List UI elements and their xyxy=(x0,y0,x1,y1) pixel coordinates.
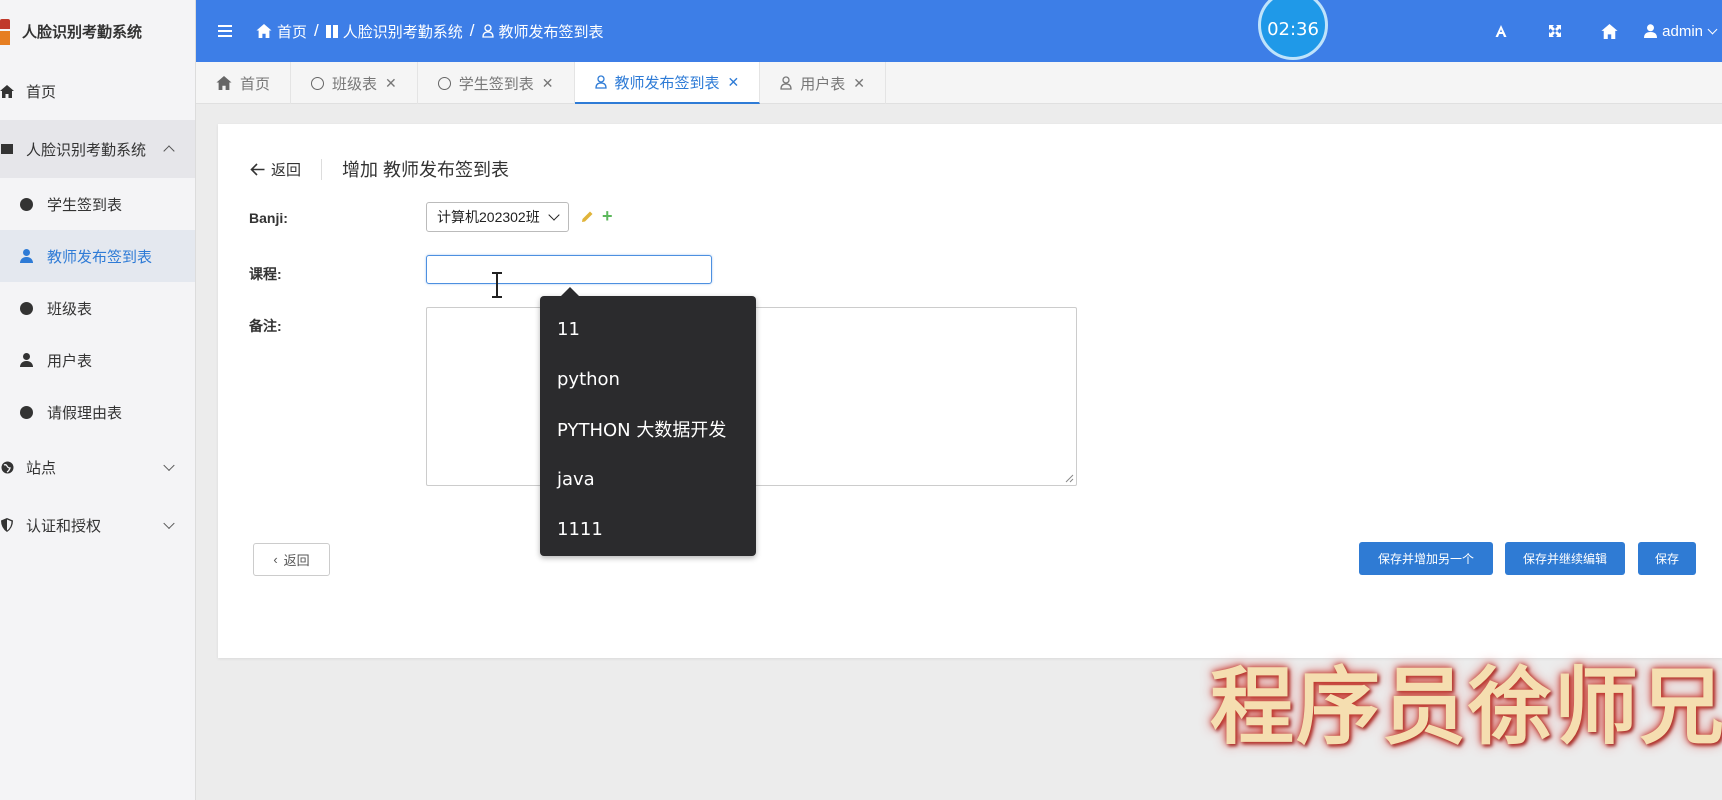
banji-label: Banji: xyxy=(249,210,288,226)
sidebar-item-label: 请假理由表 xyxy=(47,404,123,422)
suggestion-item[interactable]: java xyxy=(540,454,756,504)
tab-bar: 首页 班级表 ✕ 学生签到表 ✕ 教师发布签到表 ✕ 用户表 ✕ xyxy=(196,62,1722,104)
course-input[interactable] xyxy=(426,255,712,284)
username: admin xyxy=(1662,22,1703,40)
sidebar-item-student-signin[interactable]: 学生签到表 xyxy=(0,178,195,230)
sidebar-item-label: 站点 xyxy=(26,459,57,477)
banji-value: 计算机202302班 xyxy=(437,209,540,225)
close-icon[interactable]: ✕ xyxy=(853,75,865,92)
circle-icon xyxy=(437,76,451,90)
sidebar-item-label: 首页 xyxy=(26,83,57,101)
user-icon xyxy=(1644,24,1658,38)
header-actions: admin xyxy=(1474,0,1722,62)
brand-title: 人脸识别考勤系统 xyxy=(22,23,143,41)
sidebar-item-home[interactable]: 首页 xyxy=(0,62,195,120)
sidebar-item-label: 班级表 xyxy=(47,300,93,318)
close-icon[interactable]: ✕ xyxy=(542,75,554,92)
tab-teacher-signin[interactable]: 教师发布签到表 ✕ xyxy=(574,62,761,104)
user-outline-icon xyxy=(780,76,792,90)
panel-header: 返回 增加 教师发布签到表 xyxy=(250,156,509,182)
chevron-up-icon xyxy=(163,145,175,157)
suggestion-item[interactable]: 1111 xyxy=(540,504,756,554)
suggestion-item[interactable]: PYTHON 大数据开发 xyxy=(540,404,756,454)
sidebar-item-leave[interactable]: 请假理由表 xyxy=(0,386,195,438)
user-icon xyxy=(20,249,33,263)
close-icon[interactable]: ✕ xyxy=(728,74,740,91)
course-label: 课程: xyxy=(249,266,282,282)
pencil-icon[interactable] xyxy=(581,210,594,228)
chevron-down-icon xyxy=(163,459,175,472)
sidebar-item-label: 认证和授权 xyxy=(26,517,102,535)
font-size-icon[interactable] xyxy=(1474,0,1528,62)
circle-icon xyxy=(311,76,325,90)
page-title: 增加 教师发布签到表 xyxy=(342,160,510,180)
tab-home[interactable]: 首页 xyxy=(196,62,292,104)
sidebar-item-auth[interactable]: 认证和授权 xyxy=(0,496,195,554)
square-icon xyxy=(0,142,14,156)
chevron-down-icon xyxy=(548,209,560,221)
home-icon xyxy=(0,84,14,98)
sidebar-item-users[interactable]: 用户表 xyxy=(0,334,195,386)
circle-icon xyxy=(20,301,33,315)
logo-icon xyxy=(0,17,14,45)
sidebar-item-class[interactable]: 班级表 xyxy=(0,282,195,334)
tab-label: 学生签到表 xyxy=(458,75,534,93)
tab-class[interactable]: 班级表 ✕ xyxy=(291,62,418,104)
bottom-back-button[interactable]: ‹ 返回 xyxy=(253,543,330,576)
tab-users[interactable]: 用户表 ✕ xyxy=(760,62,887,104)
user-outline-icon xyxy=(481,24,494,38)
tab-label: 首页 xyxy=(240,75,271,93)
shield-icon xyxy=(0,518,14,532)
home-icon xyxy=(216,76,232,90)
sidebar-item-teacher-signin[interactable]: 教师发布签到表 xyxy=(0,230,195,282)
top-header: 首页 / 人脸识别考勤系统 / 教师发布签到表 02:36 admin xyxy=(196,0,1722,62)
chevron-down-icon xyxy=(1707,24,1718,34)
sidebar-group-attendance[interactable]: 人脸识别考勤系统 xyxy=(0,120,195,178)
close-icon[interactable]: ✕ xyxy=(385,75,397,92)
tab-label: 班级表 xyxy=(332,75,378,93)
watermark-text: 程序员徐师兄 xyxy=(1210,658,1722,756)
back-link[interactable]: 返回 xyxy=(250,158,323,180)
tab-label: 教师发布签到表 xyxy=(614,74,720,92)
save-add-another-button[interactable]: 保存并增加另一个 xyxy=(1359,542,1493,575)
arrow-left-icon xyxy=(250,162,265,176)
chevron-down-icon xyxy=(163,517,175,530)
save-continue-button[interactable]: 保存并继续编辑 xyxy=(1505,542,1625,575)
sidebar-item-label: 学生签到表 xyxy=(47,196,123,214)
sidebar-item-site[interactable]: 站点 xyxy=(0,438,195,496)
fullscreen-icon[interactable] xyxy=(1528,0,1582,62)
user-outline-icon xyxy=(594,75,607,89)
breadcrumb: 首页 / 人脸识别考勤系统 / 教师发布签到表 xyxy=(256,21,604,42)
sidebar-group-label: 人脸识别考勤系统 xyxy=(26,141,147,159)
home-icon xyxy=(256,24,272,38)
sidebar-item-label: 教师发布签到表 xyxy=(47,248,153,266)
tab-label: 用户表 xyxy=(800,75,846,93)
sidebar: 人脸识别考勤系统 首页 人脸识别考勤系统 学生签到表 教师发布签到表 班级表 用… xyxy=(0,0,196,800)
resize-grip-icon xyxy=(1065,474,1074,483)
breadcrumb-home[interactable]: 首页 xyxy=(256,21,307,42)
remark-label: 备注: xyxy=(249,318,282,334)
breadcrumb-current: 教师发布签到表 xyxy=(481,21,604,42)
save-button[interactable]: 保存 xyxy=(1638,542,1696,575)
tab-student-signin[interactable]: 学生签到表 ✕ xyxy=(418,62,575,104)
brand[interactable]: 人脸识别考勤系统 xyxy=(0,0,195,62)
globe-icon xyxy=(0,460,14,474)
user-icon xyxy=(20,353,33,367)
site-home-icon[interactable] xyxy=(1582,0,1636,62)
banji-select[interactable]: 计算机202302班 xyxy=(426,202,569,232)
suggestion-item[interactable]: python xyxy=(540,354,756,404)
sidebar-item-label: 用户表 xyxy=(47,352,93,370)
menu-toggle-icon[interactable] xyxy=(218,25,234,37)
book-icon xyxy=(325,24,338,38)
plus-icon[interactable]: + xyxy=(602,207,613,225)
breadcrumb-system[interactable]: 人脸识别考勤系统 xyxy=(325,21,463,42)
circle-icon xyxy=(20,405,33,419)
user-menu[interactable]: admin xyxy=(1636,0,1722,62)
autocomplete-dropdown: 11 python PYTHON 大数据开发 java 1111 xyxy=(540,287,756,556)
circle-icon xyxy=(20,197,33,211)
timer-badge: 02:36 xyxy=(1258,0,1328,60)
form-panel: 返回 增加 教师发布签到表 Banji: 计算机202302班 + 课程: 备注… xyxy=(218,124,1722,658)
suggestion-item[interactable]: 11 xyxy=(540,304,756,354)
